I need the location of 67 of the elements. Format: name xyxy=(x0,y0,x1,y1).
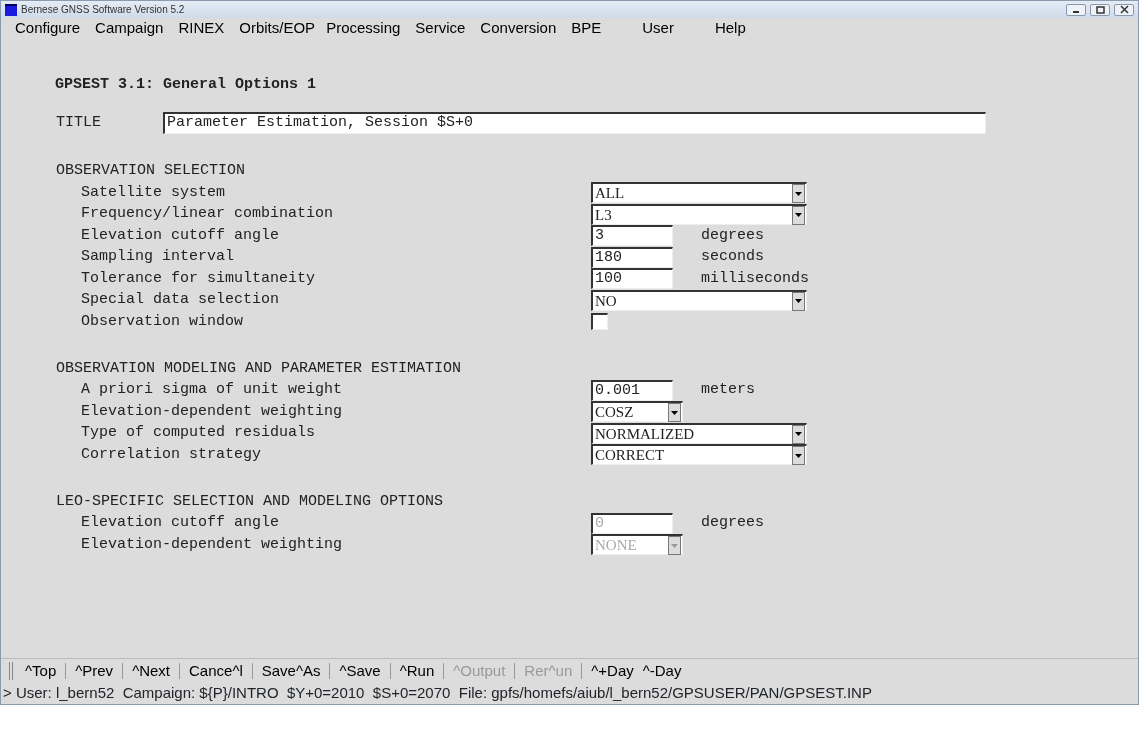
field-label: Elevation-dependent weighting xyxy=(80,401,344,422)
toolbar-button[interactable]: Save^As xyxy=(252,662,331,679)
field-label: Elevation cutoff angle xyxy=(80,225,281,246)
field-label: Correlation strategy xyxy=(80,444,263,465)
caret-icon xyxy=(668,536,681,556)
app-icon xyxy=(5,3,17,16)
caret-icon xyxy=(668,403,681,423)
caret-icon xyxy=(792,291,805,311)
panel-title: GPSEST 3.1: General Options 1 xyxy=(54,75,318,95)
unit-label: degrees xyxy=(701,513,764,533)
caret-icon xyxy=(792,205,805,225)
field-label: Observation window xyxy=(80,311,245,332)
menu-item[interactable]: Campaign xyxy=(88,18,172,38)
field-label: A priori sigma of unit weight xyxy=(80,380,344,400)
unit-label: meters xyxy=(701,380,755,400)
toolbar-button[interactable]: ^Next xyxy=(123,662,180,679)
window-title: Bernese GNSS Software Version 5.2 xyxy=(21,3,185,17)
field-label: Special data selection xyxy=(80,290,281,310)
toolbar-button[interactable]: ^-Day xyxy=(642,662,691,679)
toolbar-button[interactable]: Cance^l xyxy=(180,662,253,679)
field-label: Frequency/linear combination xyxy=(80,204,335,224)
toolbar-button[interactable]: ^Prev xyxy=(66,662,124,679)
menu-item[interactable]: RINEX xyxy=(171,18,233,38)
menu-item[interactable]: Service xyxy=(408,18,474,38)
menu-item[interactable]: Orbits/EOP xyxy=(232,18,320,38)
dropdown[interactable]: CORRECT xyxy=(591,444,807,466)
caret-icon xyxy=(792,184,805,204)
field-label: TITLE xyxy=(55,112,102,133)
input-field[interactable]: 180 xyxy=(591,246,673,268)
section-heading: LEO-SPECIFIC SELECTION AND MODELING OPTIONS xyxy=(55,491,445,512)
dropdown[interactable]: NORMALIZED xyxy=(591,422,807,444)
section-heading: OBSERVATION MODELING AND PARAMETER ESTIMATION xyxy=(55,358,463,379)
caret-icon xyxy=(792,446,805,466)
dropdown[interactable]: ALL xyxy=(591,182,807,204)
menu-item[interactable]: Conversion xyxy=(473,18,565,38)
title-field[interactable]: Parameter Estimation, Session $S+0 xyxy=(163,112,986,134)
field-label: Satellite system xyxy=(80,182,227,203)
toolbar-button[interactable]: ^+Day xyxy=(582,662,643,679)
minimize-icon[interactable] xyxy=(1066,3,1086,16)
menu-item[interactable]: BPE xyxy=(564,18,636,38)
unit-label: degrees xyxy=(701,225,764,246)
menu-item[interactable]: User xyxy=(635,18,708,38)
maximize-icon[interactable] xyxy=(1090,3,1110,16)
caret-icon xyxy=(792,424,805,444)
field-label: Elevation-dependent weighting xyxy=(80,534,344,555)
input-field[interactable]: 3 xyxy=(591,225,673,247)
menu-item[interactable]: Help xyxy=(707,18,780,38)
dropdown[interactable]: L3 xyxy=(591,203,807,225)
menu-item[interactable]: Configure xyxy=(8,18,89,38)
unit-label: seconds xyxy=(701,247,764,267)
field-label: Type of computed residuals xyxy=(80,423,317,443)
input-field[interactable]: 100 xyxy=(591,268,673,290)
input-field[interactable]: 0.001 xyxy=(591,379,673,401)
toolbar-button[interactable]: ^Top xyxy=(16,662,67,679)
menu-item[interactable]: Processing xyxy=(319,18,409,38)
checkbox[interactable] xyxy=(591,313,608,331)
dropdown[interactable]: NO xyxy=(591,289,807,311)
dropdown[interactable]: COSZ xyxy=(591,401,683,423)
toolbar-button[interactable]: ^Save xyxy=(330,662,391,679)
status-text: > User: l_bern52 Campaign: ${P}/INTRO $Y+0=2010 $S+0=2070 File: gpfs/homefs/aiub/l_bern52/GPSUSER/PAN/GPSEST.INP xyxy=(3,682,872,703)
field-label: Tolerance for simultaneity xyxy=(80,268,317,289)
close-icon[interactable] xyxy=(1114,3,1134,16)
field-label: Sampling interval xyxy=(80,247,236,267)
field-label: Elevation cutoff angle xyxy=(80,513,281,533)
toolbar-button[interactable]: ^Run xyxy=(390,662,445,679)
section-heading: OBSERVATION SELECTION xyxy=(55,161,247,181)
unit-label: milliseconds xyxy=(701,268,810,289)
